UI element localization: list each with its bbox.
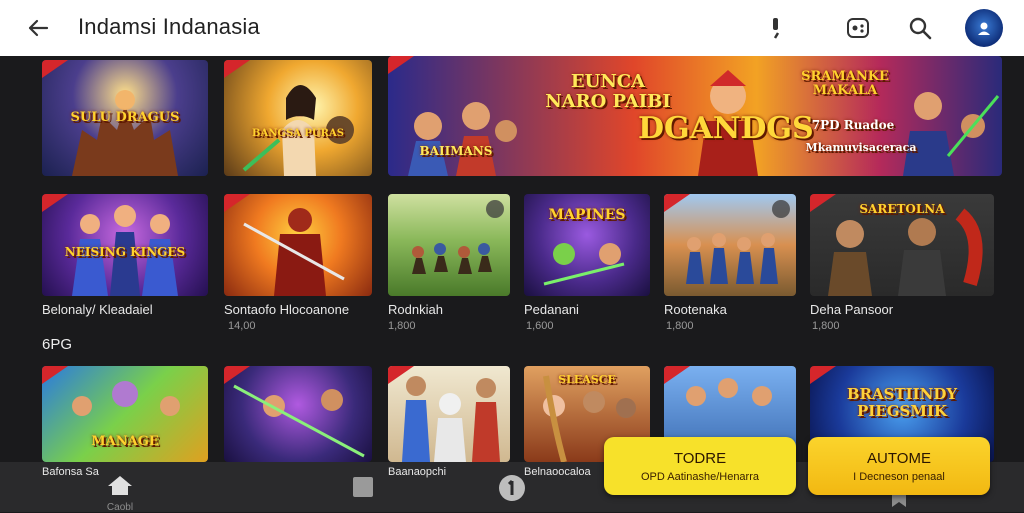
cta-subtitle: OPD Aatinashe/Henarra	[640, 470, 759, 483]
nav-home[interactable]: Caobl	[106, 474, 134, 513]
art-title: MAPINES	[548, 207, 626, 223]
banner-side-text: Mkamuvisaceraca	[805, 141, 917, 154]
banner-side-title: SRAMANKE MAKALA	[801, 69, 889, 98]
art-title: NEISING KINGES	[64, 245, 186, 259]
game-thumbnail[interactable]	[388, 194, 510, 296]
game-title[interactable]: Bafonsa Sa	[42, 466, 99, 478]
art-title: SULU DRAGUS	[70, 110, 180, 125]
download-count: 1,800	[812, 320, 840, 332]
game-title[interactable]: Sontaofo Hlocoanone	[224, 302, 349, 317]
mic-icon[interactable]	[760, 12, 792, 44]
todre-button[interactable]: TODRE OPD Aatinashe/Henarra	[604, 437, 796, 495]
game-thumbnail[interactable]: NEISING KINGES	[42, 194, 208, 296]
game-thumbnail[interactable]: MAPINES	[524, 194, 650, 296]
download-count: 1,600	[526, 320, 554, 332]
art-title: BANGSA PURAS	[252, 128, 344, 139]
badge	[810, 366, 836, 384]
info-icon	[498, 474, 526, 506]
autome-button[interactable]: AUTOME I Decneson penaal	[808, 437, 990, 495]
avatar[interactable]	[965, 9, 1003, 47]
game-title[interactable]: Rootenaka	[664, 302, 727, 317]
top-app-bar: Indamsi Indanasia	[0, 0, 1024, 56]
download-count: 1,800	[666, 320, 694, 332]
game-title[interactable]: Belnaoocaloa	[524, 466, 591, 478]
download-count: 14,00	[228, 320, 256, 332]
nav-info[interactable]	[498, 474, 526, 506]
app-title: Indamsi Indanasia	[78, 14, 260, 39]
game-thumbnail[interactable]: BANGSA PURAS	[224, 60, 372, 176]
game-controller-icon[interactable]	[842, 12, 874, 44]
section-title: 6PG	[42, 336, 73, 353]
cta-subtitle: I Decneson penaal	[853, 470, 945, 483]
game-title[interactable]: Rodnkiah	[388, 302, 443, 317]
cta-title: TODRE	[673, 449, 727, 467]
game-title[interactable]: Belonaly/ Kleadaiel	[42, 302, 153, 317]
cta-title: AUTOME	[867, 449, 931, 467]
art-title: MANAGE	[91, 434, 159, 449]
back-arrow-icon[interactable]	[22, 12, 54, 44]
game-thumbnail[interactable]	[224, 366, 372, 462]
game-thumbnail[interactable]	[664, 194, 796, 296]
game-thumbnail[interactable]	[388, 366, 510, 462]
nav-label: Caobl	[106, 502, 134, 513]
game-title[interactable]: Pedanani	[524, 302, 579, 317]
game-title[interactable]: Baanaopchi	[388, 466, 446, 478]
game-thumbnail[interactable]: MANAGE	[42, 366, 208, 462]
game-thumbnail[interactable]: SULU DRAGUS	[42, 60, 208, 176]
banner-title: DGANDGS	[638, 111, 814, 146]
download-count: 1,800	[388, 320, 416, 332]
banner-side-text: 7PD Ruadoe	[811, 118, 895, 132]
game-title[interactable]: Deha Pansoor	[810, 302, 893, 317]
art-title: BRASTIINDY PIEGSMIK	[846, 385, 958, 420]
game-thumbnail[interactable]: SARETOLNA	[810, 194, 994, 296]
square-icon	[352, 476, 374, 502]
home-icon	[106, 474, 134, 500]
search-icon[interactable]	[904, 12, 936, 44]
game-thumbnail[interactable]	[224, 194, 372, 296]
banner-badge-text: BAIIMANS	[419, 144, 493, 158]
nav-square[interactable]	[352, 476, 374, 502]
art-title: SARETOLNA	[859, 202, 945, 216]
art-title: SLEASCE	[558, 373, 616, 386]
featured-banner[interactable]: EUNCA NARO PAIBI DGANDGS BAIIMANS SRAMAN…	[388, 56, 1002, 176]
banner-headline: EUNCA NARO PAIBI	[545, 71, 671, 112]
